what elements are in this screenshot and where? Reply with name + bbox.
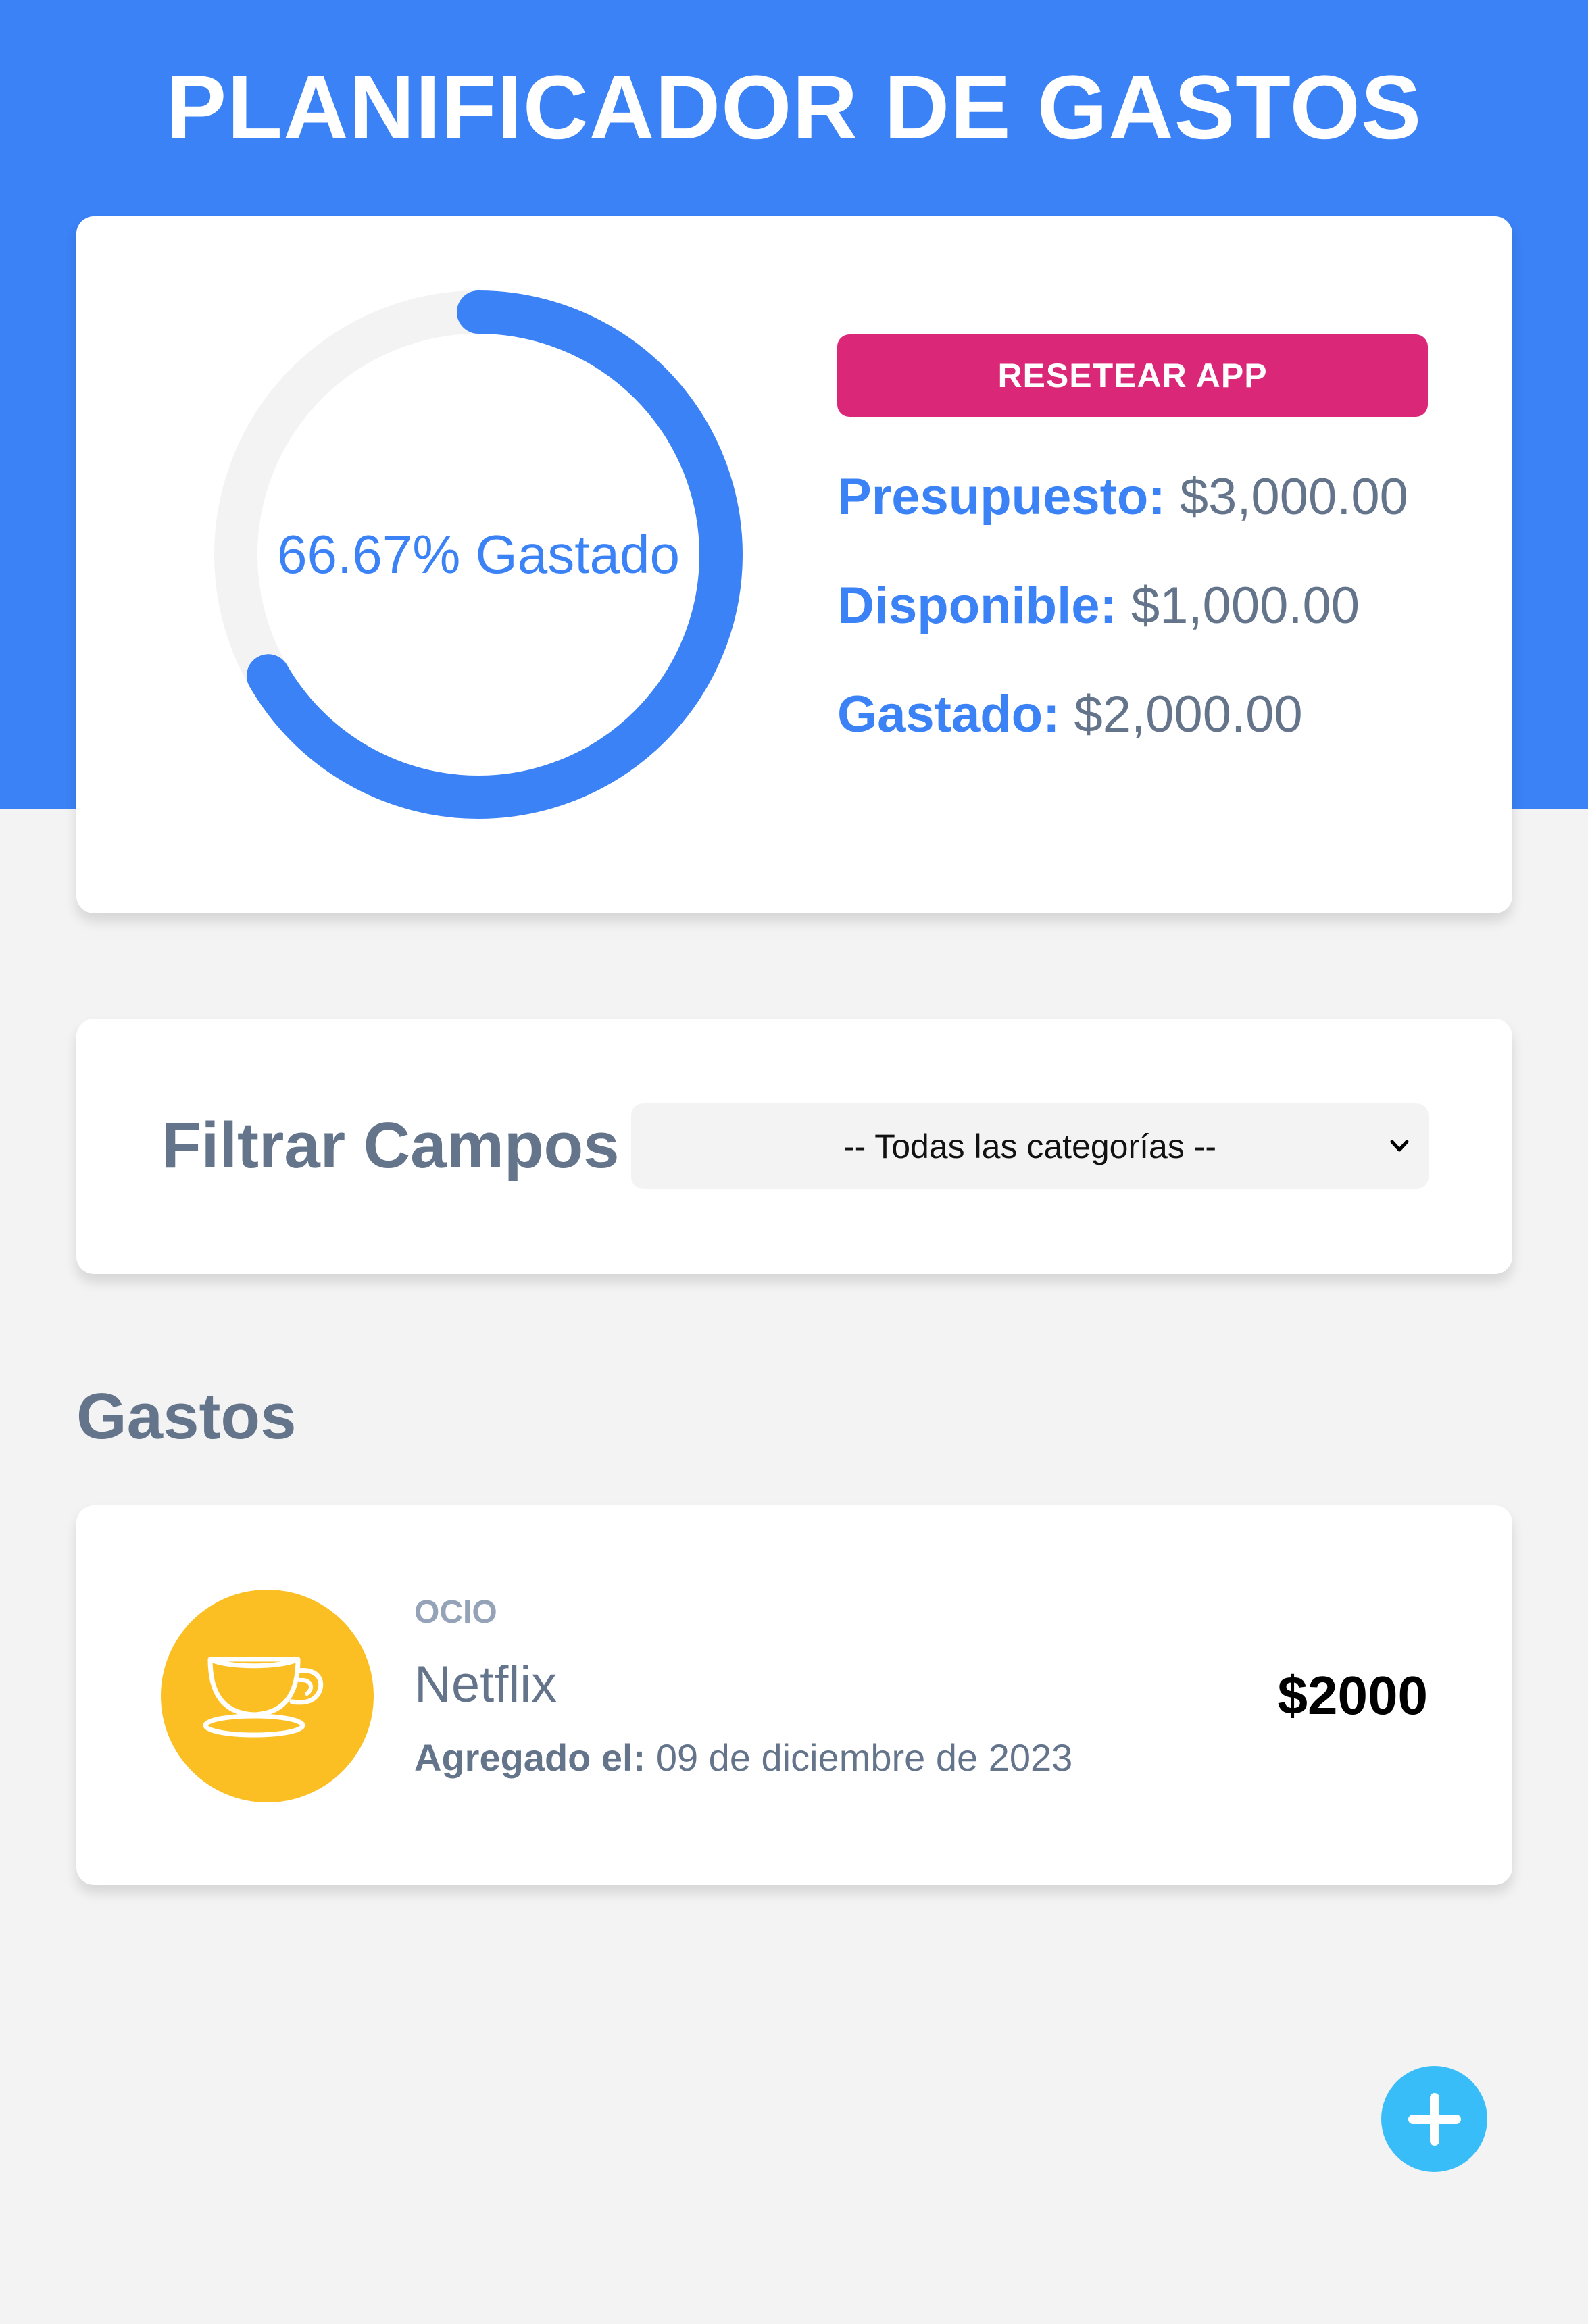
available-stat: Disponible: $1,000.00 <box>837 572 1360 640</box>
expense-date-label: Agregado el: <box>414 1736 646 1779</box>
category-filter-select[interactable]: -- Todas las categorías -- <box>631 1103 1429 1189</box>
expense-name: Netflix <box>414 1656 557 1713</box>
progress-label: 66.67% Gastado <box>277 524 680 584</box>
expense-date-value: 09 de diciembre de 2023 <box>655 1736 1073 1779</box>
budget-stat: Presupuesto: $3,000.00 <box>837 463 1408 531</box>
available-value: $1,000.00 <box>1131 577 1360 634</box>
budget-value: $3,000.00 <box>1179 468 1408 526</box>
chevron-down-icon <box>1390 1140 1409 1152</box>
budget-card: 66.67% Gastado RESETEAR APP Presupuesto:… <box>76 216 1512 913</box>
expense-date: Agregado el: 09 de diciembre de 2023 <box>414 1732 1072 1784</box>
filter-card: Filtrar Campos -- Todas las categorías -… <box>76 1019 1512 1274</box>
expense-amount: $2000 <box>1277 1665 1428 1725</box>
filter-label: Filtrar Campos <box>162 1109 620 1182</box>
spent-label: Gastado: <box>837 686 1060 743</box>
expenses-section-title: Gastos <box>76 1380 297 1452</box>
coffee-cup-icon <box>203 1657 323 1737</box>
spent-stat: Gastado: $2,000.00 <box>837 681 1303 749</box>
expense-list-item[interactable]: OCIO Netflix Agregado el: 09 de diciembr… <box>76 1505 1512 1885</box>
available-label: Disponible: <box>837 577 1117 634</box>
spent-value: $2,000.00 <box>1074 686 1303 743</box>
app-title: PLANIFICADOR DE GASTOS <box>166 57 1422 158</box>
category-icon-badge <box>161 1590 374 1802</box>
reset-app-button[interactable]: RESETEAR APP <box>837 334 1428 417</box>
plus-icon <box>1408 2092 1461 2146</box>
add-expense-button[interactable] <box>1381 2066 1487 2172</box>
category-filter-value: -- Todas las categorías -- <box>843 1127 1217 1165</box>
expense-category: OCIO <box>414 1594 497 1630</box>
budget-label: Presupuesto: <box>837 468 1166 526</box>
